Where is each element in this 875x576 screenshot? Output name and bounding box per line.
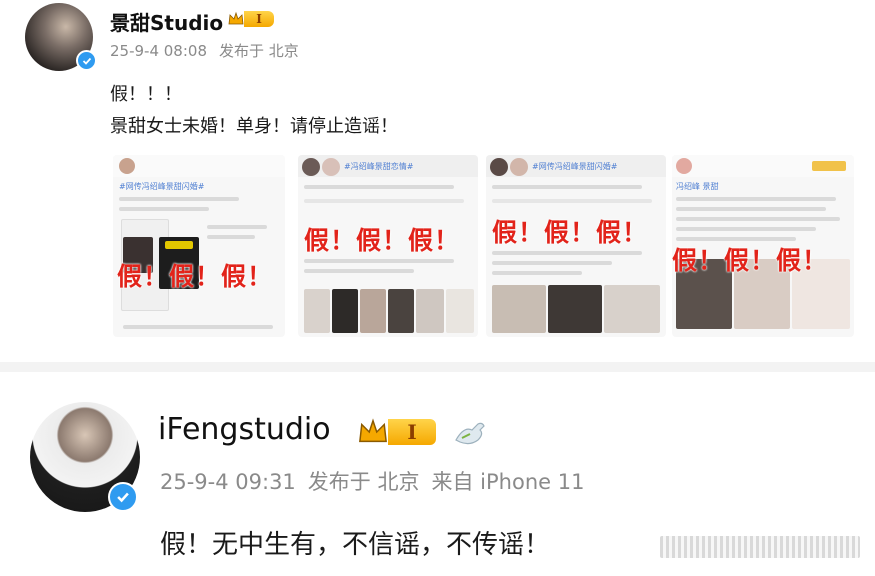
dove-icon: [455, 422, 485, 445]
level-number: I: [388, 419, 436, 445]
hashtag: #冯绍峰景甜恋情#: [344, 162, 414, 171]
crown-icon: [359, 418, 387, 443]
post-time: 25-9-4 08:08: [110, 42, 207, 60]
level-badge[interactable]: I: [228, 11, 274, 27]
image-thumbnail[interactable]: #网传冯绍峰景甜闪婚# 假！假！假！: [486, 155, 666, 337]
post-meta: 25-9-4 09:31 发布于 北京 来自 iPhone 11: [160, 466, 596, 496]
post-ifeng-studio: iFengstudio I 25-9-4 09:31 发布于 北京 来自 iPhon…: [0, 372, 875, 576]
fake-stamp: 假！假！假！: [672, 246, 829, 275]
level-number: I: [244, 11, 274, 27]
post-line-2: 景甜女士未婚！单身！请停止造谣！: [110, 116, 398, 137]
verified-check-icon: [76, 50, 97, 71]
post-location: 发布于 北京: [307, 470, 420, 494]
hashtag: #网传冯绍峰景甜闪婚#: [119, 182, 205, 191]
post-meta: 25-9-4 08:08 发布于 北京: [110, 40, 311, 61]
post-location: 发布于 北京: [219, 42, 299, 60]
watermark-blur: [660, 536, 860, 558]
post-line: 假！无中生有，不信谣，不传谣！: [160, 530, 551, 560]
post-source: 来自 iPhone 11: [431, 470, 585, 494]
image-thumbnail[interactable]: #冯绍峰景甜恋情# 假！假！假！: [298, 155, 478, 337]
image-thumbnail[interactable]: 冯绍峰 景甜 假！假！假！: [672, 155, 854, 337]
hashtag: #网传冯绍峰景甜闪婚#: [532, 162, 618, 171]
verified-check-icon: [108, 482, 138, 512]
image-thumbnail[interactable]: #网传冯绍峰景甜闪婚# 假！假！假！: [113, 155, 285, 337]
level-badge[interactable]: I: [358, 417, 436, 447]
post-jingtian-studio: 景甜Studio I 25-9-4 08:08 发布于 北京 假！！！ 景甜女士未…: [0, 0, 875, 362]
author-name[interactable]: iFengstudio: [158, 412, 331, 447]
hashtag: 冯绍峰 景甜: [676, 182, 719, 191]
author-name[interactable]: 景甜Studio: [110, 7, 223, 36]
post-time: 25-9-4 09:31: [160, 470, 296, 494]
crown-icon: [228, 11, 244, 25]
fake-stamp: 假！假！假！: [492, 218, 649, 247]
fake-stamp: 假！假！假！: [117, 262, 274, 291]
fake-stamp: 假！假！假！: [304, 226, 461, 255]
post-line-1: 假！！！: [110, 84, 182, 105]
post-separator: [0, 362, 875, 372]
